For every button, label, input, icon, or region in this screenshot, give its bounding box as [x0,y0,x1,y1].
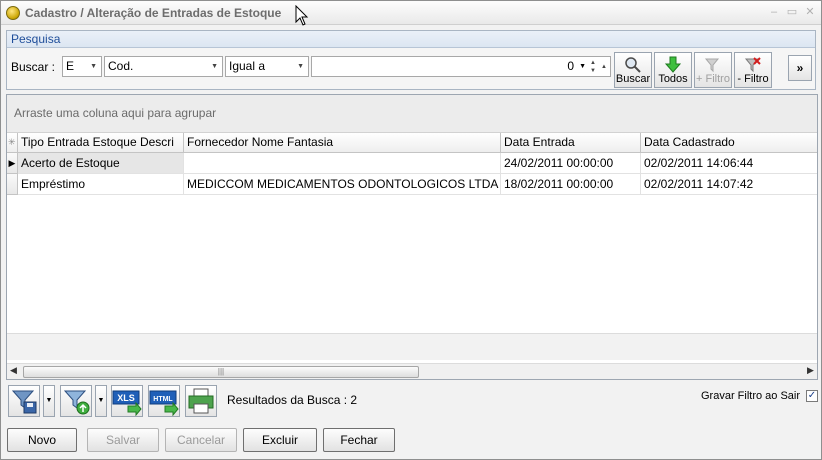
todos-button[interactable]: Todos [654,52,692,88]
novo-button[interactable]: Novo [7,428,77,452]
grid-footer [7,333,817,360]
table-cell[interactable]: Empréstimo [18,174,184,195]
html-export-icon: HTML [149,390,179,417]
column-header[interactable]: Tipo Entrada Estoque Descri [18,133,184,153]
group-by-hint: Arraste uma coluna aqui para agrupar [14,106,217,120]
minimize-icon[interactable]: – [767,5,781,19]
search-value: 0 [567,59,574,73]
operator-select[interactable]: Igual a ▼ [225,56,309,77]
salvar-button[interactable]: Salvar [87,428,159,452]
novo-button-label: Novo [27,433,56,447]
table-cell[interactable]: 02/02/2011 14:07:42 [641,174,817,195]
scroll-right-icon[interactable]: ▶ [807,365,814,376]
todos-button-label: Todos [658,73,688,85]
add-filtro-button[interactable]: + Filtro [694,52,732,88]
filter-save-icon [11,390,37,414]
app-icon [6,6,20,20]
group-by-area[interactable]: Arraste uma coluna aqui para agrupar [7,95,817,133]
filter-remove-icon [744,57,761,73]
table-cell[interactable]: Acerto de Estoque [18,153,184,174]
spin-down-icon[interactable]: ▼ [590,68,596,75]
cancelar-button[interactable]: Cancelar [165,428,237,452]
load-layout-button[interactable] [60,385,92,417]
print-button[interactable] [185,385,217,417]
chevron-down-icon: ▼ [90,63,97,70]
export-xls-button[interactable]: XLS [111,385,143,417]
double-chevron-down-icon: » [796,61,804,75]
filter-add-icon [704,58,720,73]
spin-increment-icon[interactable]: ▲ [601,64,607,71]
printer-icon [188,388,214,414]
maximize-icon[interactable]: ▭ [785,5,799,19]
chevron-down-icon[interactable]: ▼ [43,385,55,417]
type-select-value: E [66,59,75,73]
column-header[interactable]: Data Cadastrado [641,133,817,153]
results-count: Resultados da Busca : 2 [227,393,358,407]
excluir-button-label: Excluir [261,433,298,447]
row-indicator-icon: ▶ [7,153,18,174]
search-panel-title: Pesquisa [11,32,61,46]
salvar-button-label: Salvar [105,433,140,447]
table-cell[interactable] [184,153,501,174]
xls-export-label: XLS [117,393,135,403]
spin-up-icon[interactable]: ▲ [590,60,596,67]
chevron-down-icon: ▼ [297,63,304,70]
fechar-button[interactable]: Fechar [323,428,395,452]
close-icon[interactable]: ✕ [803,5,817,19]
operator-select-value: Igual a [229,59,266,73]
window-title: Cadastro / Alteração de Entradas de Esto… [25,6,282,20]
chevron-down-icon[interactable]: ▼ [95,385,107,417]
window: Cadastro / Alteração de Entradas de Esto… [0,0,822,460]
chevron-down-icon: ▼ [211,63,218,70]
search-value-input[interactable]: 0 ▼ ▲ ▼ ▲ [311,56,611,77]
gravar-filtro-checkbox[interactable]: ✓ [806,390,818,402]
export-html-button[interactable]: HTML [148,385,180,417]
table-cell[interactable]: MEDICCOM MEDICAMENTOS ODONTOLOGICOS LTDA [184,174,501,195]
xls-export-icon: XLS [112,390,142,417]
search-panel-header[interactable]: Pesquisa [7,31,815,48]
field-select-value: Cod. [108,59,134,73]
scrollbar-thumb[interactable]: ||| [23,366,419,378]
title-bar: Cadastro / Alteração de Entradas de Esto… [1,1,821,26]
remove-filtro-button[interactable]: - Filtro [734,52,772,88]
fechar-button-label: Fechar [340,433,378,447]
column-header[interactable]: Fornecedor Nome Fantasia [184,133,501,153]
buscar-button[interactable]: Buscar [614,52,652,88]
field-select[interactable]: Cod. ▼ [104,56,223,77]
table-cell[interactable]: 02/02/2011 14:06:44 [641,153,817,174]
magnifier-icon [625,57,641,73]
expand-panel-button[interactable]: » [788,55,812,81]
table-row[interactable]: Empréstimo MEDICCOM MEDICAMENTOS ODONTOL… [7,174,817,195]
scroll-left-icon[interactable]: ◀ [10,365,17,376]
html-export-label: HTML [153,396,173,403]
arrow-down-icon [664,56,682,73]
table-cell[interactable]: 24/02/2011 00:00:00 [501,153,641,174]
save-layout-button[interactable] [8,385,40,417]
results-grid: Arraste uma coluna aqui para agrupar ✳ T… [6,94,818,380]
table-cell[interactable]: 18/02/2011 00:00:00 [501,174,641,195]
cancelar-button-label: Cancelar [176,433,226,447]
type-select[interactable]: E ▼ [62,56,102,77]
horizontal-scrollbar[interactable]: ◀ ||| ▶ [7,363,817,379]
table-row[interactable]: ▶ Acerto de Estoque 24/02/2011 00:00:00 … [7,153,817,174]
asterisk-icon[interactable]: ✳ [7,133,18,153]
filter-load-icon [63,390,90,415]
chevron-down-icon[interactable]: ▼ [579,57,586,76]
remove-filtro-button-label: - Filtro [737,73,769,85]
add-filtro-button-label: + Filtro [696,73,730,85]
gravar-filtro-label: Gravar Filtro ao Sair [701,390,801,402]
buscar-label: Buscar : [11,60,56,74]
mouse-cursor-icon [295,5,309,26]
row-indicator [7,174,18,195]
excluir-button[interactable]: Excluir [243,428,317,452]
checkmark-icon: ✓ [807,390,817,401]
search-panel: Pesquisa Buscar : E ▼ Cod. ▼ Igual a ▼ 0… [6,30,816,90]
buscar-button-label: Buscar [615,73,651,85]
column-header[interactable]: Data Entrada [501,133,641,153]
